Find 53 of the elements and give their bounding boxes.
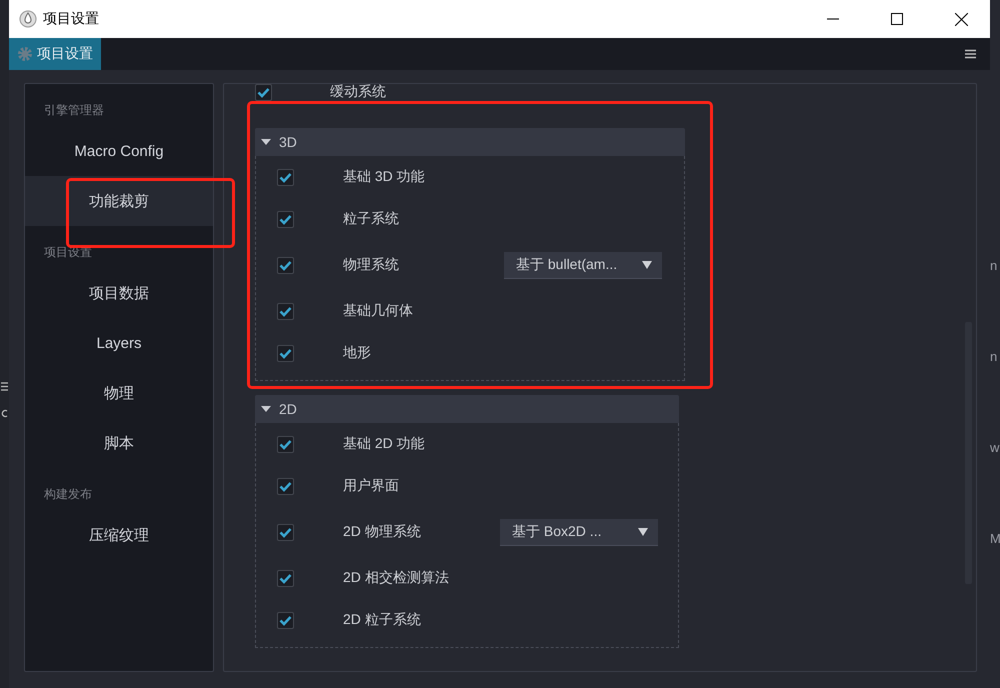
- option-label: 粒子系统: [343, 210, 400, 228]
- app-logo-icon: [19, 10, 37, 28]
- close-icon: [954, 12, 968, 26]
- checkbox[interactable]: [277, 210, 294, 228]
- refresh-icon: [1, 409, 8, 418]
- checkbox[interactable]: [277, 478, 294, 494]
- checkbox[interactable]: [277, 436, 294, 452]
- sidebar-item[interactable]: 项目数据: [25, 268, 213, 318]
- background-text: n: [990, 349, 998, 364]
- minimize-icon: [827, 18, 839, 20]
- option-label: 2D 相交检测算法: [343, 569, 450, 587]
- caret-icon: [638, 528, 648, 536]
- caret-icon: [642, 260, 652, 268]
- panel-tab[interactable]: 项目设置: [9, 38, 101, 70]
- checkbox[interactable]: [277, 524, 294, 540]
- checkbox[interactable]: [255, 84, 272, 100]
- maximize-icon: [891, 13, 903, 25]
- sidebar-heading: 引擎管理器: [43, 102, 105, 119]
- option-label: 基础几何体: [343, 302, 414, 320]
- option-label: 用户界面: [343, 477, 400, 495]
- option-label: 地形: [343, 344, 372, 362]
- section-header[interactable]: 3D: [255, 128, 685, 156]
- sidebar-item[interactable]: 脚本: [25, 418, 213, 468]
- option-label: 2D 物理系统: [343, 523, 422, 541]
- sidebar-item[interactable]: Macro Config: [25, 126, 213, 176]
- collapse-triangle-icon: [261, 139, 271, 145]
- sidebar-item[interactable]: 压缩纹理: [25, 510, 213, 560]
- menu-icon: [964, 49, 976, 59]
- checkbox[interactable]: [277, 344, 294, 362]
- checkbox[interactable]: [277, 302, 294, 320]
- background-text: M: [990, 531, 1000, 546]
- checkbox[interactable]: [277, 256, 294, 274]
- gear-icon: [17, 46, 33, 62]
- checkbox[interactable]: [277, 168, 294, 186]
- section-header[interactable]: 2D: [255, 395, 679, 423]
- sidebar-item[interactable]: 物理: [25, 368, 213, 418]
- background-text: w: [990, 440, 1000, 455]
- menu-icon: [1, 382, 8, 391]
- sidebar-item[interactable]: Layers: [25, 318, 213, 368]
- option-label: 物理系统: [343, 256, 400, 274]
- option-label: 缓动系统: [330, 84, 387, 101]
- collapse-triangle-icon: [261, 406, 271, 412]
- sidebar-item[interactable]: 功能裁剪: [25, 176, 213, 226]
- dropdown[interactable]: 基于 bullet(am...: [504, 252, 662, 278]
- dropdown[interactable]: 基于 Box2D ...: [500, 518, 658, 546]
- sidebar-heading: 构建发布: [43, 486, 93, 503]
- option-label: 基础 2D 功能: [343, 435, 426, 453]
- checkbox[interactable]: [277, 570, 294, 586]
- option-label: 2D 粒子系统: [343, 611, 422, 629]
- option-label: 基础 3D 功能: [343, 168, 426, 186]
- background-text: n: [990, 258, 998, 273]
- window-title: 项目设置: [43, 10, 100, 28]
- checkbox[interactable]: [277, 612, 294, 628]
